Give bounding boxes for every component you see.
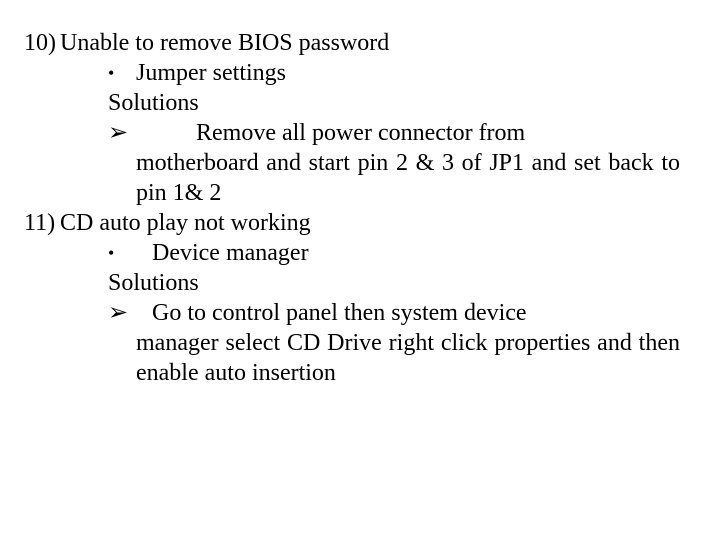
solution-text-cont: manager select CD Drive right click prop… [108, 328, 680, 388]
item-details: • Jumper settings Solutions ➢ Remove all… [60, 58, 680, 208]
solution-row: ➢ Remove all power connector from [108, 118, 680, 148]
bullet-text: Jumper settings [136, 58, 680, 88]
bullet-text: Device manager [152, 238, 680, 268]
item-title: CD auto play not working [60, 208, 680, 238]
arrow-icon: ➢ [108, 118, 136, 148]
list-item: 10) Unable to remove BIOS password • Jum… [24, 28, 680, 208]
item-content: CD auto play not working • Device manage… [60, 208, 680, 388]
solutions-label: Solutions [108, 88, 680, 118]
item-number: 10) [24, 28, 60, 208]
arrow-icon: ➢ [108, 298, 136, 328]
bullet-icon: • [108, 58, 136, 88]
spacer [136, 118, 196, 148]
bullet-row: • Jumper settings [108, 58, 680, 88]
solution-row: ➢ Go to control panel then system device [108, 298, 680, 328]
item-content: Unable to remove BIOS password • Jumper … [60, 28, 680, 208]
spacer [136, 298, 152, 328]
solution-text-line1: Go to control panel then system device [152, 298, 680, 328]
bullet-row: • Device manager [108, 238, 680, 268]
list-item: 11) CD auto play not working • Device ma… [24, 208, 680, 388]
item-details: • Device manager Solutions ➢ Go to contr… [60, 238, 680, 388]
document-page: 10) Unable to remove BIOS password • Jum… [0, 0, 720, 388]
item-title: Unable to remove BIOS password [60, 28, 680, 58]
solution-text-cont: motherboard and start pin 2 & 3 of JP1 a… [108, 148, 680, 208]
item-number: 11) [24, 208, 60, 388]
bullet-icon: • [108, 238, 136, 268]
solutions-label: Solutions [108, 268, 680, 298]
solution-text-line1: Remove all power connector from [196, 118, 680, 148]
spacer [136, 238, 152, 268]
